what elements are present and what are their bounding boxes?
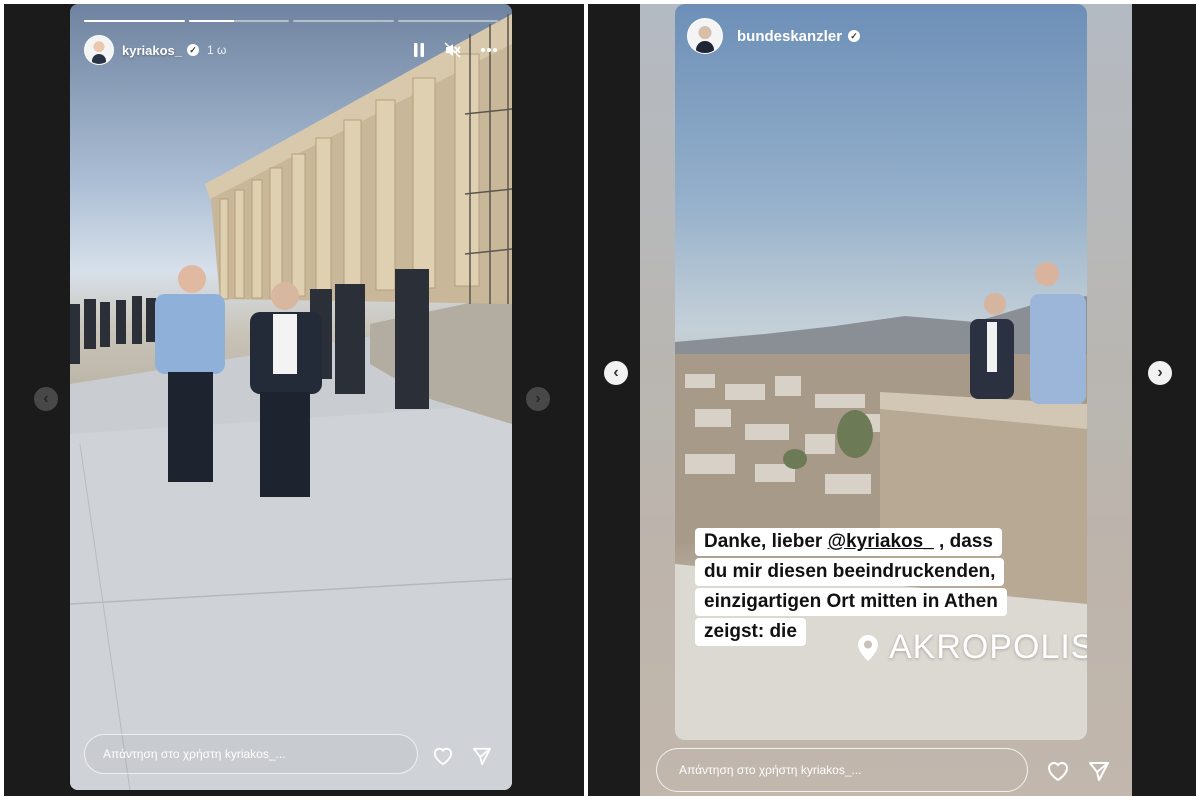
right-story-viewer: ‹ › bundeskanzler ✓ Danke, lieber @kyria…: [588, 4, 1196, 796]
verified-badge-icon: ✓: [187, 44, 199, 56]
progress-segment: [84, 20, 185, 22]
reply-input[interactable]: Απάντηση στο χρήστη kyriakos_...: [656, 748, 1028, 792]
avatar[interactable]: [687, 18, 723, 54]
reply-input[interactable]: Απάντηση στο χρήστη kyriakos_...: [84, 734, 418, 774]
avatar[interactable]: [84, 35, 114, 65]
next-story-button[interactable]: ›: [1148, 361, 1172, 385]
story-caption: Danke, lieber @kyriakos_ , dass du mir d…: [695, 528, 1087, 666]
speaker-muted-icon[interactable]: [444, 42, 462, 58]
caption-text: Danke, lieber: [704, 531, 828, 552]
reply-placeholder: Απάντηση στο χρήστη kyriakos_...: [103, 747, 286, 761]
story-header: bundeskanzler ✓: [687, 18, 861, 54]
caption-text: , dass: [933, 531, 993, 552]
story-frame[interactable]: kyriakos_ ✓ 1 ω Απάντηση στο χρήστη kyri…: [70, 4, 512, 790]
reply-placeholder: Απάντηση στο χρήστη kyriakos_...: [679, 763, 862, 777]
location-label: AKROPOLIS: [889, 628, 1087, 666]
progress-segment: [397, 20, 498, 22]
story-media-image: [70, 14, 512, 790]
caption-line: Danke, lieber @kyriakos_ , dass: [695, 528, 1002, 556]
caption-line: einzigartigen Ort mitten in Athen: [695, 588, 1007, 616]
progress-segment: [293, 20, 394, 22]
story-username[interactable]: bundeskanzler: [737, 28, 842, 45]
caption-text: zeigst: die: [704, 621, 797, 642]
previous-story-button[interactable]: ‹: [604, 361, 628, 385]
story-username[interactable]: kyriakos_: [122, 43, 182, 58]
mention-link[interactable]: @kyriakos_: [828, 531, 934, 552]
story-frame[interactable]: bundeskanzler ✓ Danke, lieber @kyriakos_…: [675, 4, 1087, 740]
caption-text: du mir diesen beeindruckenden,: [704, 561, 996, 582]
heart-icon[interactable]: [432, 746, 454, 766]
more-horizontal-icon[interactable]: [480, 47, 498, 53]
send-icon[interactable]: [1088, 760, 1110, 782]
verified-badge-icon: ✓: [848, 30, 861, 42]
previous-story-button[interactable]: ‹: [34, 387, 58, 411]
caption-line: zeigst: die: [695, 618, 806, 646]
story-progress-bar: [84, 20, 498, 22]
pause-icon[interactable]: [412, 42, 426, 58]
story-header: kyriakos_ ✓ 1 ω: [84, 34, 498, 66]
next-story-button[interactable]: ›: [526, 387, 550, 411]
location-sticker[interactable]: AKROPOLIS: [857, 628, 1087, 667]
heart-icon[interactable]: [1046, 760, 1070, 782]
send-icon[interactable]: [472, 746, 492, 766]
story-time: 1 ω: [207, 43, 227, 57]
caption-text: einzigartigen Ort mitten in Athen: [704, 591, 998, 612]
caption-line: du mir diesen beeindruckenden,: [695, 558, 1005, 586]
progress-segment: [188, 20, 289, 22]
location-pin-icon: [858, 634, 878, 661]
left-story-viewer: ‹ › kyriakos_ ✓ 1 ω Απάντηση στο χρήστη …: [4, 4, 584, 796]
